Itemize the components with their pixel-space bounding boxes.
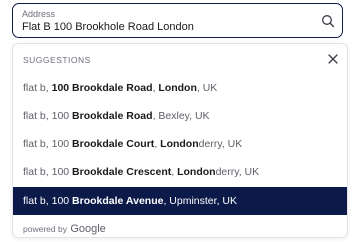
suggestion-item[interactable]: flat b, 100 Brookdale Road, Bexley, UK — [13, 102, 347, 130]
google-logo: Google — [70, 223, 106, 235]
suggestions-title: SUGGESTIONS — [23, 55, 91, 65]
suggestion-text: flat b, 100 Brookdale Avenue, Upminster,… — [23, 195, 237, 207]
suggestion-text: flat b, 100 Brookdale Road, London, UK — [23, 82, 218, 94]
suggestion-text: flat b, 100 Brookdale Court, Londonderry… — [23, 138, 243, 150]
suggestion-item[interactable]: flat b, 100 Brookdale Crescent, Londonde… — [13, 158, 347, 186]
suggestion-item[interactable]: flat b, 100 Brookdale Road, London, UK — [13, 74, 347, 102]
suggestion-item[interactable]: flat b, 100 Brookdale Court, Londonderry… — [13, 130, 347, 158]
close-icon[interactable] — [328, 54, 338, 64]
address-input[interactable]: Flat B 100 Brookhole Road London — [22, 21, 194, 33]
suggestion-text: flat b, 100 Brookdale Road, Bexley, UK — [23, 110, 210, 122]
powered-by-google: powered by Google — [23, 223, 106, 235]
suggestion-item-active[interactable]: flat b, 100 Brookdale Avenue, Upminster,… — [13, 187, 347, 215]
suggestions-header: SUGGESTIONS — [13, 44, 347, 74]
search-icon[interactable] — [321, 14, 335, 28]
address-field[interactable]: Address Flat B 100 Brookhole Road London — [12, 3, 343, 38]
address-label: Address — [22, 9, 56, 19]
suggestion-text: flat b, 100 Brookdale Crescent, Londonde… — [23, 166, 260, 178]
suggestions-dropdown: SUGGESTIONS flat b, 100 Brookdale Road, … — [12, 43, 348, 238]
powered-by-text: powered by — [23, 224, 67, 234]
